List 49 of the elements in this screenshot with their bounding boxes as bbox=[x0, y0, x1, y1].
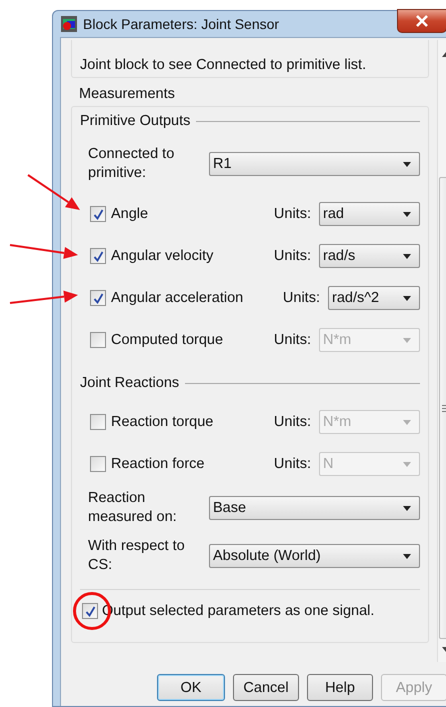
caret-icon bbox=[403, 212, 411, 216]
field-label: With respect to CS: bbox=[88, 537, 186, 575]
checkbox[interactable] bbox=[82, 603, 98, 619]
reference-dropdown[interactable]: Absolute (World) bbox=[209, 544, 420, 568]
units-dropdown[interactable]: rad bbox=[319, 202, 420, 226]
checkbox[interactable] bbox=[90, 290, 106, 306]
primitive-dropdown[interactable]: R1 bbox=[209, 152, 420, 176]
caret-icon bbox=[403, 162, 411, 166]
caret-icon bbox=[403, 554, 411, 558]
check-icon bbox=[92, 292, 104, 304]
check-icon bbox=[92, 208, 104, 220]
close-icon bbox=[415, 15, 429, 27]
units-label: Units: bbox=[274, 206, 311, 222]
checkbox-label: Reaction force bbox=[111, 456, 206, 472]
section-title: Primitive Outputs bbox=[80, 113, 190, 129]
field-label: Connected to primitive: bbox=[88, 145, 176, 183]
dialog-button[interactable]: Help bbox=[307, 674, 373, 701]
checkbox-label: Angular velocity bbox=[111, 248, 214, 264]
units-label: Units: bbox=[274, 414, 311, 430]
app-icon bbox=[61, 16, 77, 32]
units-dropdown[interactable]: rad/s bbox=[319, 244, 420, 268]
checkbox-label: Angle bbox=[111, 206, 150, 222]
group-title: Measurements bbox=[78, 86, 176, 102]
units-label: Units: bbox=[274, 332, 311, 348]
dialog-button[interactable]: Cancel bbox=[233, 674, 299, 701]
caret-icon bbox=[403, 420, 411, 424]
checkbox-label: Computed torque bbox=[111, 332, 224, 348]
caret-icon bbox=[403, 296, 411, 300]
description-text: Joint block to see Connected to primitive list. bbox=[80, 56, 368, 74]
window-title: Block Parameters: Joint Sensor bbox=[83, 16, 280, 32]
caret-icon bbox=[403, 462, 411, 466]
measured-on-dropdown[interactable]: Base bbox=[209, 496, 420, 520]
units-label: Units: bbox=[274, 248, 311, 264]
checkbox-label: Reaction torque bbox=[111, 414, 214, 430]
check-icon bbox=[92, 250, 104, 262]
checkbox[interactable] bbox=[90, 206, 106, 222]
close-button[interactable] bbox=[397, 9, 446, 33]
section-title: Joint Reactions bbox=[80, 375, 180, 391]
field-label: Reaction measured on: bbox=[88, 489, 178, 527]
caret-icon bbox=[403, 506, 411, 510]
caret-icon bbox=[403, 254, 411, 258]
caret-icon bbox=[403, 338, 411, 342]
units-label: Units: bbox=[274, 456, 311, 472]
checkbox[interactable] bbox=[90, 248, 106, 264]
check-icon bbox=[84, 606, 96, 616]
units-label: Units: bbox=[282, 290, 320, 306]
dialog-button[interactable]: OK bbox=[157, 674, 225, 701]
units-dropdown[interactable]: rad/s^2 bbox=[328, 286, 420, 310]
checkbox-label: Angular acceleration bbox=[111, 290, 244, 306]
